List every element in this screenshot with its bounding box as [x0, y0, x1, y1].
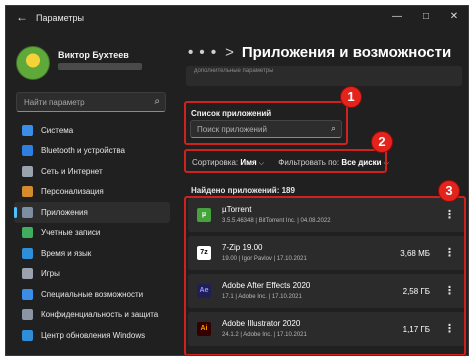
monitor-icon [22, 124, 33, 136]
arrow-left-icon[interactable]: ← [14, 10, 30, 24]
accessibility-icon [22, 288, 33, 300]
chevron-right-icon: > [225, 44, 234, 61]
minimize-button[interactable]: — [390, 11, 404, 22]
additional-settings-card[interactable]: дополнительные параметры [186, 66, 462, 86]
additional-settings-text: дополнительные параметры [194, 68, 274, 74]
sidebar-item[interactable]: Приложения [14, 202, 170, 223]
bluetooth-icon [22, 145, 33, 157]
sidebar-item[interactable]: Учетные записи [14, 223, 170, 244]
sidebar-item-label: Центр обновления Windows [41, 330, 146, 340]
sidebar-item[interactable]: Bluetooth и устройства [14, 141, 170, 162]
main-content: • • • > Приложения и возможности дополните… [176, 32, 468, 355]
maximize-button[interactable]: □ [419, 11, 433, 22]
window-title: Параметры [36, 13, 84, 23]
sidebar-item-label: Учетные записи [41, 228, 101, 238]
gamepad-icon [22, 268, 33, 280]
sidebar-item[interactable]: Игры [14, 264, 170, 285]
breadcrumb-more[interactable]: • • • [188, 44, 217, 61]
sidebar-item-label: Приложения [41, 207, 88, 217]
annotation-badge-2: 2 [371, 131, 393, 153]
sidebar-item[interactable]: Конфиденциальность и защита [14, 305, 170, 326]
sidebar-item-label: Персонализация [41, 187, 104, 197]
sidebar-item[interactable]: Система [14, 120, 170, 141]
annotation-frame-1 [184, 101, 348, 145]
sidebar-item[interactable]: Центр обновления Windows [14, 325, 170, 346]
annotation-frame-3 [184, 196, 466, 355]
search-icon: ⌕ [154, 96, 160, 107]
network-icon [22, 165, 33, 177]
sidebar-item-label: Bluetooth и устройства [41, 146, 125, 156]
sidebar-item-label: Система [41, 125, 74, 135]
sidebar-item-label: Конфиденциальность и защита [41, 310, 159, 320]
sidebar-item-label: Специальные возможности [41, 289, 144, 299]
annotation-badge-1: 1 [340, 86, 362, 108]
sidebar-item-label: Сеть и Интернет [41, 166, 103, 176]
sidebar-item[interactable]: Специальные возможности [14, 284, 170, 305]
title-bar: ← Параметры — □ ✕ [6, 6, 468, 32]
apps-found-count: Найдено приложений: 189 [191, 186, 295, 195]
brush-icon [22, 186, 33, 198]
annotation-badge-3: 3 [438, 180, 460, 202]
page-title: • • • > Приложения и возможности [188, 44, 451, 61]
sidebar-item[interactable]: Сеть и Интернет [14, 161, 170, 182]
person-icon [22, 227, 33, 239]
avatar[interactable] [16, 46, 50, 80]
sidebar: Виктор Бухтеев Найти параметр ⌕ Система B… [6, 32, 176, 355]
update-icon [22, 329, 33, 341]
user-email-redacted [58, 63, 142, 70]
page-title-text: Приложения и возможности [241, 44, 452, 61]
close-button[interactable]: ✕ [447, 11, 461, 22]
sidebar-nav: Система Bluetooth и устройства Сеть и Инте… [14, 120, 170, 346]
sidebar-item-label: Время и язык [41, 248, 92, 258]
shield-icon [22, 309, 33, 321]
apps-icon [22, 206, 33, 218]
sidebar-item[interactable]: Время и язык [14, 243, 170, 264]
settings-search-input[interactable]: Найти параметр ⌕ [16, 92, 166, 112]
sidebar-item-label: Игры [41, 269, 60, 279]
settings-search-placeholder: Найти параметр [24, 98, 85, 107]
annotation-frame-2 [184, 149, 387, 173]
settings-window: ← Параметры — □ ✕ Виктор Бухтеев Найти п… [5, 5, 469, 356]
globe-icon [22, 247, 33, 259]
user-name: Виктор Бухтеев [58, 50, 129, 60]
sidebar-item[interactable]: Персонализация [14, 182, 170, 203]
